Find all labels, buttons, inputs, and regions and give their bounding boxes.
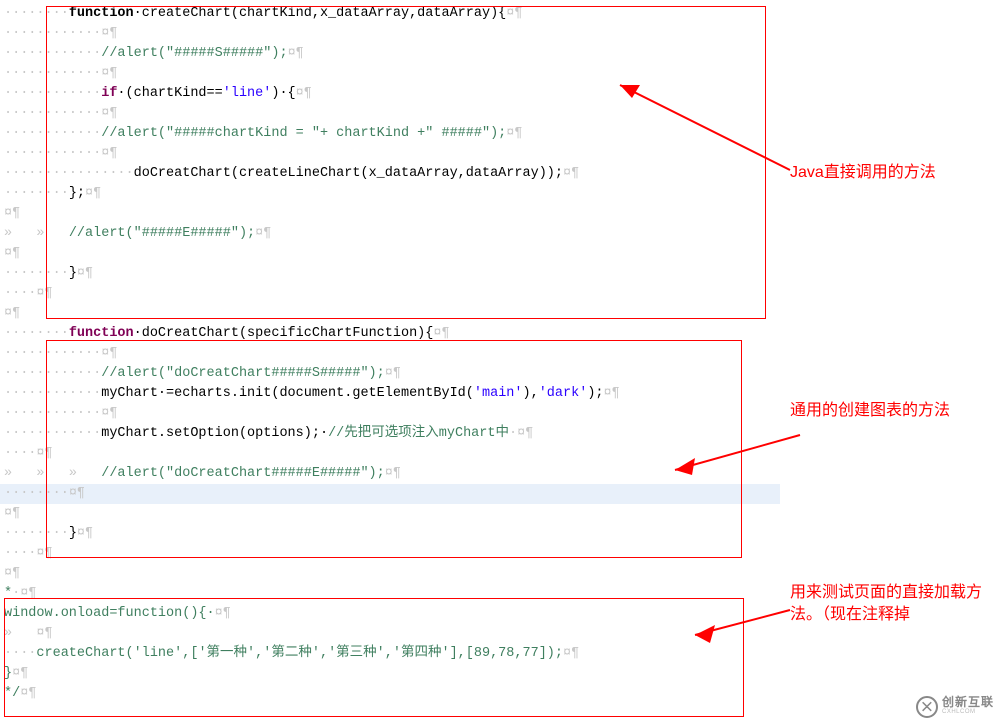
code-line: ············¤¶ (0, 404, 780, 424)
code-line: ············¤¶ (0, 344, 780, 364)
code-line: ········}¤¶ (0, 524, 780, 544)
code-line: ············//alert("#####S#####");¤¶ (0, 44, 780, 64)
code-line: ············¤¶ (0, 24, 780, 44)
logo-icon: ⨉ (916, 696, 938, 718)
code-line: ····¤¶ (0, 284, 780, 304)
code-line: ············myChart.setOption(options);·… (0, 424, 780, 444)
code-line: ········};¤¶ (0, 184, 780, 204)
code-line: ············if·(chartKind=='line')·{¤¶ (0, 84, 780, 104)
code-line: ····createChart('line',['第一种','第二种','第三种… (0, 644, 780, 664)
logo-main: 创新互联 (942, 697, 994, 707)
code-line: ········function·createChart(chartKind,x… (0, 4, 780, 24)
code-line: */¤¶ (0, 684, 780, 704)
code-line: *·¤¶ (0, 584, 780, 604)
annotation-2: 通用的创建图表的方法 (790, 400, 990, 422)
code-line: ········¤¶ (0, 484, 780, 504)
code-line: » » » //alert("doCreatChart#####E#####")… (0, 464, 780, 484)
annotation-1: Java直接调用的方法 (790, 162, 936, 184)
code-line: ············¤¶ (0, 144, 780, 164)
logo-sub: CXHLCOM (942, 707, 994, 717)
code-line: ········}¤¶ (0, 264, 780, 284)
code-line: ¤¶ (0, 244, 780, 264)
code-line: ¤¶ (0, 564, 780, 584)
code-line: ············¤¶ (0, 64, 780, 84)
annotation-3: 用来测试页面的直接加载方法。（现在注释掉 (790, 582, 990, 626)
brand-logo: ⨉ 创新互联 CXHLCOM (916, 696, 994, 718)
code-line: ····¤¶ (0, 544, 780, 564)
code-line: ¤¶ (0, 204, 780, 224)
code-line: ············//alert("#####chartKind = "+… (0, 124, 780, 144)
code-line: ····¤¶ (0, 444, 780, 464)
code-line: ············¤¶ (0, 104, 780, 124)
code-editor: ········function·createChart(chartKind,x… (0, 0, 780, 704)
code-line: ········function·doCreatChart(specificCh… (0, 324, 780, 344)
code-line: » ¤¶ (0, 624, 780, 644)
code-line: ¤¶ (0, 304, 780, 324)
code-line: ············//alert("doCreatChart#####S#… (0, 364, 780, 384)
code-line: ············myChart·=echarts.init(docume… (0, 384, 780, 404)
code-line: ················doCreatChart(createLineC… (0, 164, 780, 184)
code-line: » » //alert("#####E#####");¤¶ (0, 224, 780, 244)
code-line: window.onload=function(){·¤¶ (0, 604, 780, 624)
code-line: }¤¶ (0, 664, 780, 684)
code-line: ¤¶ (0, 504, 780, 524)
